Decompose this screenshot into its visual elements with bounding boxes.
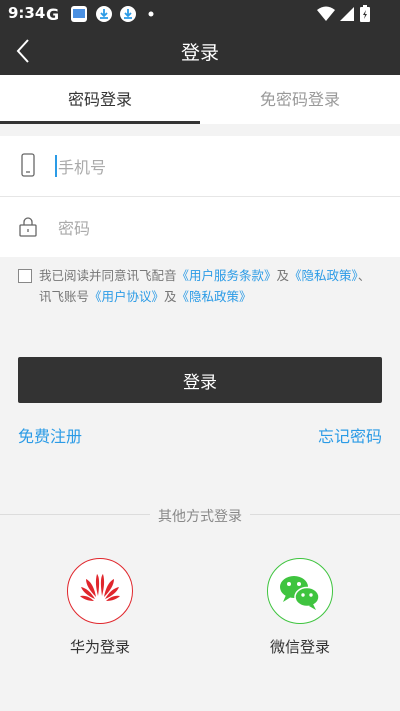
agreement-separator: 、 <box>357 268 371 283</box>
login-button[interactable]: 登录 <box>18 357 382 403</box>
header: 登录 <box>0 28 400 75</box>
lock-icon <box>19 217 37 237</box>
forgot-password-link[interactable]: 忘记密码 <box>318 423 382 447</box>
agreement-line-1: 我已阅读并同意讯飞配音《用户服务条款》及《隐私政策》、 <box>39 265 370 286</box>
dot-icon <box>148 11 154 17</box>
privacy-policy-link[interactable]: 《隐私政策》 <box>289 268 358 283</box>
active-tab-indicator <box>0 121 200 124</box>
tab-passwordless-login[interactable]: 免密码登录 <box>200 75 400 124</box>
download-icon <box>96 6 112 22</box>
agreement-checkbox[interactable] <box>18 269 32 283</box>
huawei-login-label: 华为登录 <box>69 638 130 656</box>
wechat-icon <box>280 576 320 610</box>
user-agreement-link[interactable]: 《用户协议》 <box>89 289 164 304</box>
agreement-text: 我已阅读并同意讯飞配音 <box>39 268 177 283</box>
huawei-logo-icon <box>80 574 120 601</box>
agreement-line-2: 讯飞账号《用户协议》及《隐私政策》 <box>39 286 252 307</box>
password-input[interactable] <box>56 213 380 243</box>
status-bar: 9:34 G <box>0 0 400 28</box>
phone-input[interactable] <box>56 152 380 182</box>
google-g-icon: G <box>46 5 59 23</box>
svg-text:G: G <box>46 5 59 23</box>
login-tabs: 密码登录 免密码登录 <box>0 75 400 124</box>
phone-field <box>0 136 400 196</box>
wechat-login-button[interactable] <box>267 558 333 624</box>
password-field <box>0 197 400 257</box>
tab-password-login[interactable]: 密码登录 <box>0 75 200 124</box>
wifi-icon <box>317 6 335 21</box>
page-title: 登录 <box>180 42 219 64</box>
wechat-login-label: 微信登录 <box>269 638 330 656</box>
photos-app-icon <box>71 6 87 22</box>
huawei-login-button[interactable] <box>67 558 133 624</box>
agreement-and: 及 <box>276 268 290 283</box>
account-privacy-policy-link[interactable]: 《隐私政策》 <box>177 289 252 304</box>
agreement-and: 及 <box>164 289 177 304</box>
user-service-terms-link[interactable]: 《用户服务条款》 <box>177 268 277 283</box>
agreement-text: 讯飞账号 <box>39 289 90 304</box>
other-methods-label: 其他方式登录 <box>150 509 250 525</box>
download-icon <box>120 6 136 22</box>
battery-icon <box>360 5 370 22</box>
free-register-link[interactable]: 免费注册 <box>18 423 82 447</box>
other-methods-heading: 其他方式登录 <box>0 506 400 526</box>
cellular-signal-icon <box>340 7 354 21</box>
status-time: 9:34 <box>8 4 46 22</box>
mobile-phone-icon <box>21 153 35 177</box>
